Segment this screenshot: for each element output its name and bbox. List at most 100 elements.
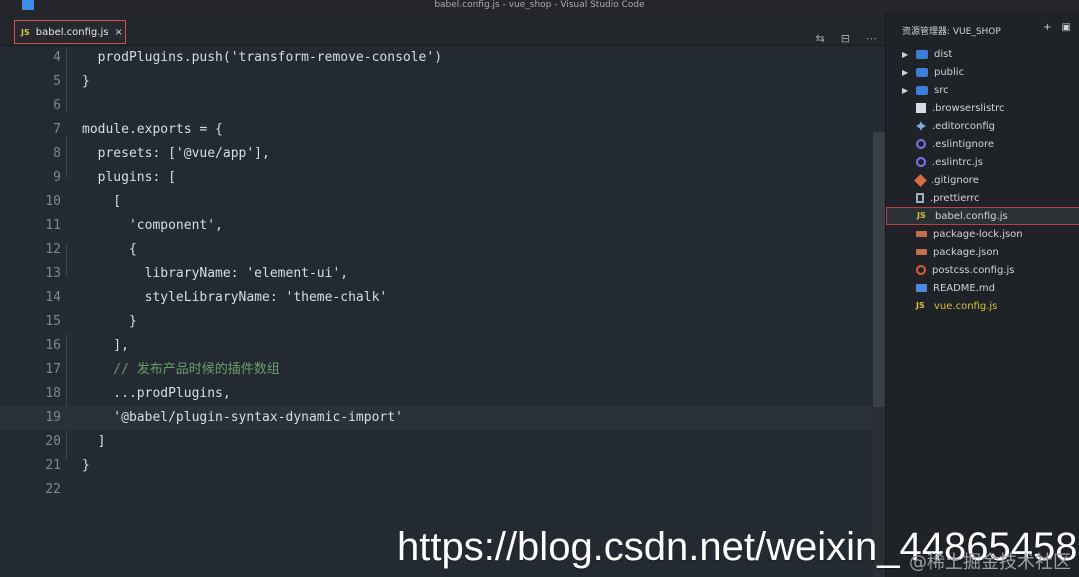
line-number: 18 xyxy=(45,386,61,401)
editorconfig-icon xyxy=(916,121,926,131)
tree-item-src[interactable]: ▶ src xyxy=(886,81,1079,99)
code-editor[interactable]: 4 prodPlugins.push('transform-remove-con… xyxy=(0,46,885,577)
tree-item-label: .editorconfig xyxy=(932,120,995,132)
tree-item-eslintrc[interactable]: .eslintrc.js xyxy=(886,153,1079,171)
tree-item-public[interactable]: ▶ public xyxy=(886,63,1079,81)
code-line: 18 ...prodPlugins, xyxy=(0,382,885,406)
line-number: 16 xyxy=(45,338,61,353)
tree-item-package-lock[interactable]: package-lock.json xyxy=(886,225,1079,243)
code-line: 14 styleLibraryName: 'theme-chalk' xyxy=(0,286,885,310)
line-number: 13 xyxy=(45,266,61,281)
editor-scrollbar[interactable] xyxy=(873,132,885,407)
explorer-title: 资源管理器: VUE_SHOP xyxy=(902,27,1001,37)
code-line: 20 ] xyxy=(0,430,885,454)
code-line: 16 ], xyxy=(0,334,885,358)
tree-item-dist[interactable]: ▶ dist xyxy=(886,45,1079,63)
tree-item-label: postcss.config.js xyxy=(932,264,1015,276)
line-number: 10 xyxy=(45,194,61,209)
code-line: 7 module.exports = { xyxy=(0,118,885,142)
code-text: module.exports = { xyxy=(82,122,223,137)
new-file-icon[interactable]: + xyxy=(1043,22,1051,33)
tree-item-label: .browserslistrc xyxy=(932,102,1005,114)
folder-icon xyxy=(916,85,928,95)
tree-item-prettierrc[interactable]: .prettierrc xyxy=(886,189,1079,207)
line-number: 7 xyxy=(53,122,61,137)
code-text: plugins: [ xyxy=(82,170,176,185)
line-number: 6 xyxy=(53,98,61,113)
split-editor-icon[interactable]: ⊟ xyxy=(841,32,850,45)
tree-item-eslintignore[interactable]: .eslintignore xyxy=(886,135,1079,153)
tree-item-label: public xyxy=(934,66,965,78)
line-number: 11 xyxy=(45,218,61,233)
npm-icon xyxy=(916,231,927,237)
code-text: ] xyxy=(82,434,106,449)
markdown-icon xyxy=(916,284,927,292)
code-text: ], xyxy=(82,338,129,353)
editor-tabs: JS babel.config.js × ⇆ ⊟ ⋯ xyxy=(0,12,885,46)
code-text: } xyxy=(82,314,137,329)
tree-item-vue-config[interactable]: JS vue.config.js xyxy=(886,297,1079,315)
code-text: [ xyxy=(82,194,122,209)
tree-item-gitignore[interactable]: .gitignore xyxy=(886,171,1079,189)
close-icon[interactable]: × xyxy=(114,27,122,38)
eslint-icon xyxy=(916,157,926,167)
code-text: '@babel/plugin-syntax-dynamic-import' xyxy=(82,410,403,425)
line-number: 22 xyxy=(45,482,61,497)
window-title: babel.config.js - vue_shop - Visual Stud… xyxy=(434,0,645,10)
tree-item-babel-config[interactable]: JS babel.config.js xyxy=(886,207,1079,225)
explorer-actions: + ▣ xyxy=(1043,22,1071,33)
line-number: 15 xyxy=(45,314,61,329)
tree-item-browserslistrc[interactable]: .browserslistrc xyxy=(886,99,1079,117)
compare-icon[interactable]: ⇆ xyxy=(816,32,825,45)
current-line: 19 '@babel/plugin-syntax-dynamic-import' xyxy=(0,406,885,430)
tree-item-postcss-config[interactable]: postcss.config.js xyxy=(886,261,1079,279)
code-line: 12 { xyxy=(0,238,885,262)
postcss-icon xyxy=(916,265,926,275)
code-line: 13 libraryName: 'element-ui', xyxy=(0,262,885,286)
tree-item-label: package-lock.json xyxy=(933,228,1023,240)
tree-item-editorconfig[interactable]: .editorconfig xyxy=(886,117,1079,135)
line-number: 17 xyxy=(45,362,61,377)
explorer-panel: 资源管理器: VUE_SHOP + ▣ ▶ dist ▶ public ▶ sr… xyxy=(885,12,1079,577)
code-line: 8 presets: ['@vue/app'], xyxy=(0,142,885,166)
code-line: 6 xyxy=(0,94,885,118)
code-text: prodPlugins.push('transform-remove-conso… xyxy=(82,50,443,65)
code-line: 4 prodPlugins.push('transform-remove-con… xyxy=(0,46,885,70)
title-bar: babel.config.js - vue_shop - Visual Stud… xyxy=(0,0,1079,12)
tab-babel-config[interactable]: JS babel.config.js × xyxy=(14,20,126,44)
tree-item-label: src xyxy=(934,84,949,96)
js-icon: JS xyxy=(916,301,925,310)
tree-item-label: .gitignore xyxy=(931,174,979,186)
code-line: 5 } xyxy=(0,70,885,94)
code-text: { xyxy=(82,242,137,257)
tree-item-label: .eslintrc.js xyxy=(932,156,983,168)
code-text: } xyxy=(82,74,90,89)
tree-item-label: .prettierrc xyxy=(930,192,980,204)
chevron-right-icon: ▶ xyxy=(902,49,909,59)
folder-icon xyxy=(916,67,928,77)
tree-item-package-json[interactable]: package.json xyxy=(886,243,1079,261)
code-line: 11 'component', xyxy=(0,214,885,238)
code-comment: // 发布产品时候的插件数组 xyxy=(82,362,280,377)
js-icon: JS xyxy=(917,211,926,220)
watermark-label: @稀土掘金技术社区 xyxy=(909,552,1071,573)
code-line: 17 // 发布产品时候的插件数组 xyxy=(0,358,885,382)
line-number: 12 xyxy=(45,242,61,257)
code-text: } xyxy=(82,458,90,473)
chevron-right-icon: ▶ xyxy=(902,85,909,95)
line-number: 9 xyxy=(53,170,61,185)
code-line: 15 } xyxy=(0,310,885,334)
tab-actions: ⇆ ⊟ ⋯ xyxy=(816,32,877,45)
code-text: libraryName: 'element-ui', xyxy=(82,266,349,281)
tree-item-label: vue.config.js xyxy=(934,300,998,312)
tree-item-label: README.md xyxy=(933,282,996,294)
code-text: 'component', xyxy=(82,218,223,233)
more-actions-icon[interactable]: ⋯ xyxy=(866,32,877,45)
tree-item-readme[interactable]: README.md xyxy=(886,279,1079,297)
tab-label: babel.config.js xyxy=(35,26,109,38)
new-folder-icon[interactable]: ▣ xyxy=(1062,22,1071,33)
folder-icon xyxy=(916,49,928,59)
line-number: 20 xyxy=(45,434,61,449)
chevron-right-icon: ▶ xyxy=(902,67,909,77)
js-icon: JS xyxy=(21,27,30,37)
